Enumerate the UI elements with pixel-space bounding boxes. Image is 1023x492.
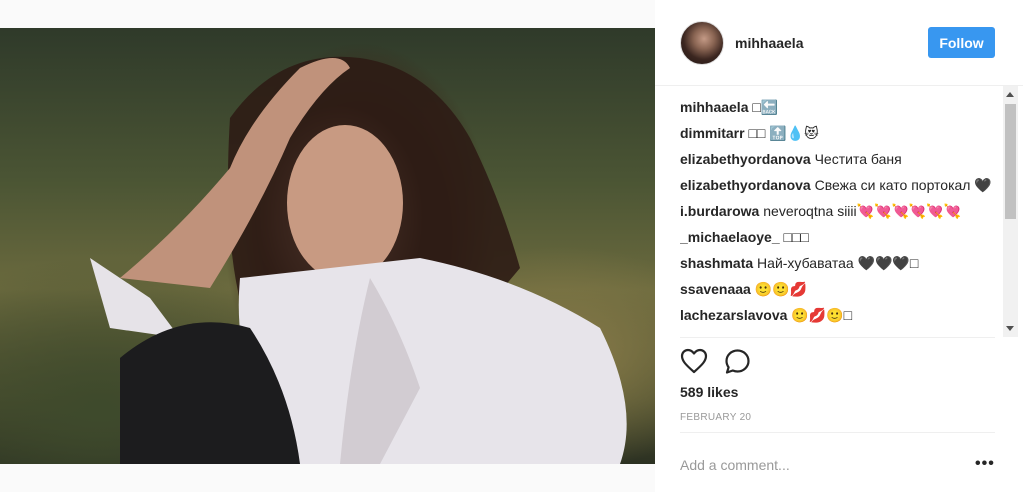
comment-item: mihhaaela □🔙 (680, 94, 1000, 120)
avatar[interactable] (680, 21, 724, 65)
comment-item: _michaelaoye_ □□□ (680, 224, 1000, 250)
likes-count[interactable]: 589 likes (680, 384, 738, 400)
comment-username[interactable]: shashmata (680, 255, 753, 271)
comment-text: Свежа си като портокал 🖤 (814, 177, 992, 193)
divider (680, 337, 995, 338)
comment-item: elizabethyordanova Свежа си като портока… (680, 172, 1000, 198)
comment-username[interactable]: _michaelaoye_ (680, 229, 780, 245)
comment-scrollbar[interactable] (1003, 86, 1018, 337)
comment-username[interactable]: i.burdarowa (680, 203, 759, 219)
comment-list[interactable]: mihhaaela □🔙 dimmitarr □□ 🔝💧😻 elizabethy… (680, 94, 1000, 335)
comment-username[interactable]: ssavenaaa (680, 281, 751, 297)
comment-text: 🙂💋🙂□ (791, 307, 853, 323)
speech-bubble-icon[interactable] (724, 348, 751, 375)
comment-text: □□ 🔝💧😻 (748, 125, 819, 141)
post-sidebar: mihhaaela Follow mihhaaela □🔙 dimmitarr … (655, 0, 1023, 492)
comment-text: 🙂🙂💋 (754, 281, 808, 297)
post-header: mihhaaela Follow (655, 0, 1023, 86)
comment-item: ssavenaaa 🙂🙂💋 (680, 276, 1000, 302)
scroll-up-arrow-icon[interactable] (1006, 92, 1014, 97)
heart-icon[interactable] (680, 348, 708, 374)
comment-text: □🔙 (752, 99, 779, 115)
comment-username[interactable]: lachezarslavova (680, 307, 787, 323)
divider (680, 432, 995, 433)
comment-text: neveroqtna siiii💘💘💘💘💘💘 (763, 203, 962, 219)
comment-item: elizabethyordanova Честита баня (680, 146, 1000, 172)
comment-username[interactable]: mihhaaela (680, 99, 748, 115)
comment-text: Честита баня (814, 151, 902, 167)
more-options-icon[interactable]: ••• (975, 456, 995, 472)
comment-item: i.burdarowa neveroqtna siiii💘💘💘💘💘💘 (680, 198, 1000, 224)
comment-item: shashmata Най-хубаватаа 🖤🖤🖤□ (680, 250, 1000, 276)
comment-text: Най-хубаватаа 🖤🖤🖤□ (757, 255, 919, 271)
add-comment-input[interactable] (680, 455, 940, 475)
comment-item: lachezarslavova 🙂💋🙂□ (680, 302, 1000, 328)
comment-text: □□□ (783, 229, 809, 245)
post-date[interactable]: FEBRUARY 20 (680, 412, 751, 423)
comment-username[interactable]: elizabethyordanova (680, 177, 811, 193)
comment-username[interactable]: elizabethyordanova (680, 151, 811, 167)
scroll-thumb[interactable] (1005, 104, 1016, 219)
post-photo[interactable] (0, 28, 655, 464)
header-username[interactable]: mihhaaela (735, 35, 803, 51)
comment-username[interactable]: dimmitarr (680, 125, 745, 141)
scroll-down-arrow-icon[interactable] (1006, 326, 1014, 331)
comment-item: dimmitarr □□ 🔝💧😻 (680, 120, 1000, 146)
photo-pane (0, 0, 655, 492)
photo-illustration (90, 56, 627, 464)
follow-button[interactable]: Follow (928, 27, 995, 58)
